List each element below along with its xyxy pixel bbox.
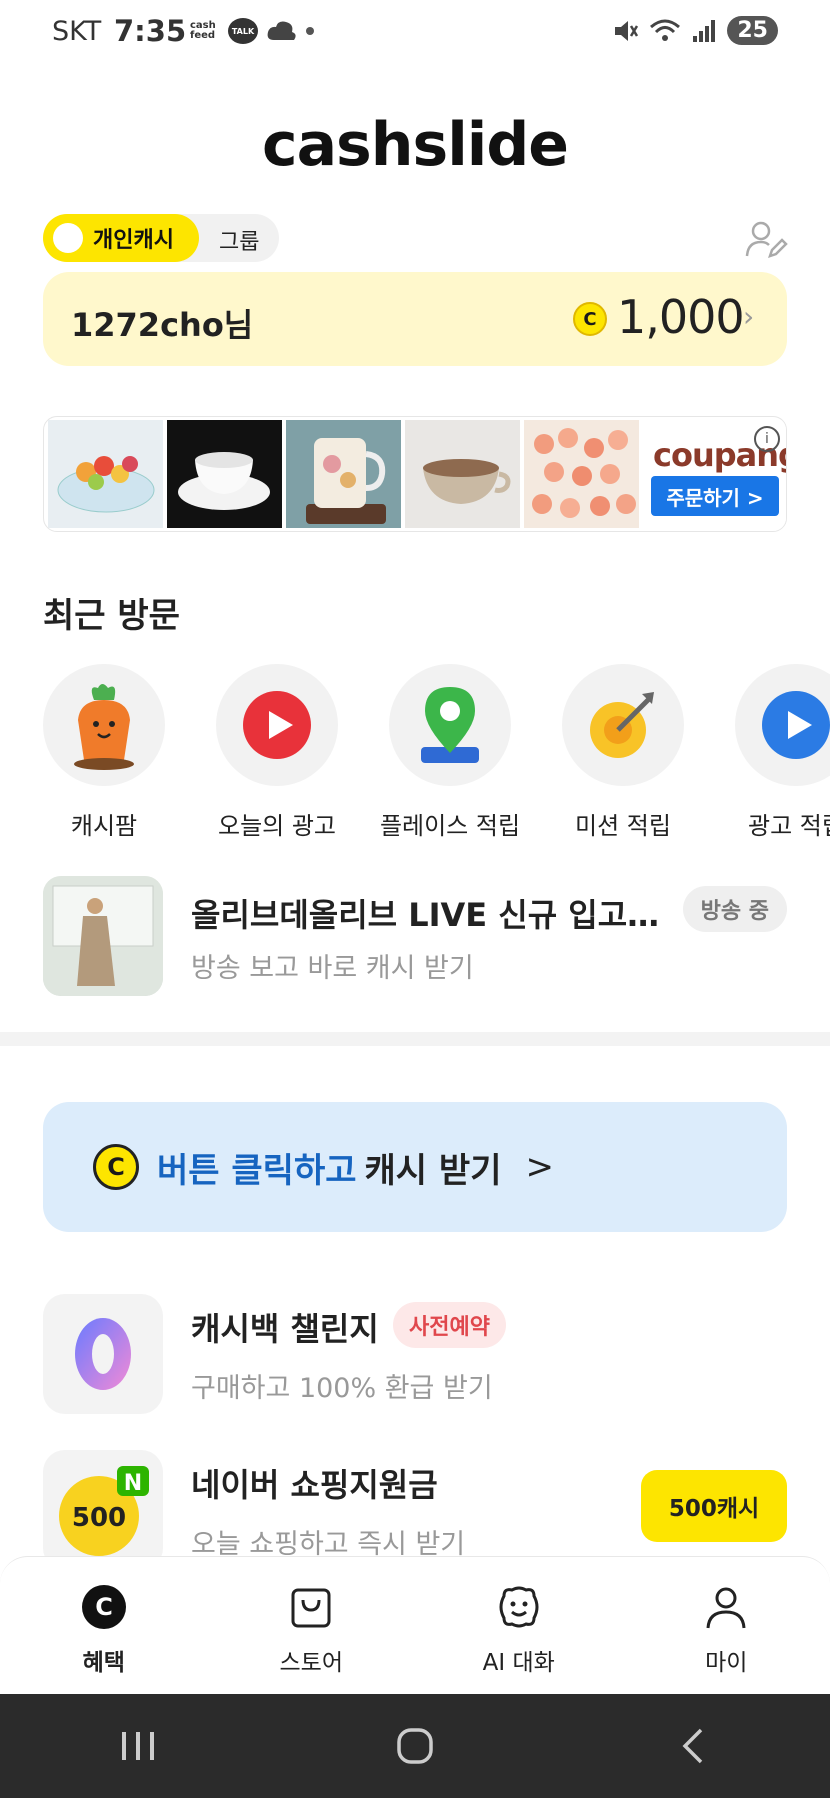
ad-product-white-cup[interactable] bbox=[167, 420, 282, 528]
recent-item-label: 광고 적립 bbox=[748, 812, 830, 840]
cash-balance-card[interactable]: 1272cho님 C 1,000 › bbox=[43, 272, 787, 366]
naver-500-graphic: 500 N bbox=[59, 1466, 149, 1556]
ad-info-icon[interactable]: i bbox=[754, 426, 780, 452]
coin-c-icon: C bbox=[80, 1583, 128, 1631]
recent-item-icon-wrap bbox=[735, 664, 830, 786]
notification-icons: cash feed TALK bbox=[190, 18, 314, 44]
nav-benefits[interactable]: C 혜택 bbox=[0, 1557, 208, 1694]
section-divider bbox=[0, 1032, 830, 1046]
recent-item-cashfarm[interactable]: 캐시팜 bbox=[29, 664, 179, 841]
map-pin-icon bbox=[421, 687, 479, 763]
smile-face-icon bbox=[495, 1583, 543, 1631]
nav-store[interactable]: 스토어 bbox=[208, 1557, 416, 1694]
cloud-icon bbox=[267, 21, 296, 40]
recent-item-icon-wrap bbox=[389, 664, 511, 786]
live-model-image bbox=[43, 876, 163, 996]
recent-item-icon-wrap bbox=[216, 664, 338, 786]
nav-ai-chat[interactable]: AI 대화 bbox=[415, 1557, 623, 1694]
live-subtitle: 방송 보고 바로 캐시 받기 bbox=[191, 953, 474, 984]
svg-text:N: N bbox=[124, 1471, 142, 1496]
recent-item-label: 캐시팜 bbox=[70, 812, 138, 840]
zero-glyph bbox=[75, 1318, 131, 1390]
nav-label: AI 대화 bbox=[482, 1650, 555, 1676]
chevron-right-icon: › bbox=[743, 300, 755, 333]
svg-text:500: 500 bbox=[72, 1503, 126, 1533]
toggle-personal[interactable]: 개인캐시 bbox=[43, 214, 199, 262]
clock: 7:35 bbox=[114, 14, 187, 48]
wifi-icon bbox=[650, 19, 681, 41]
carrier-label: SKT bbox=[52, 16, 102, 47]
cash-type-toggle[interactable]: 개인캐시 그룹 bbox=[43, 214, 279, 262]
system-status: 25 bbox=[611, 16, 778, 45]
live-thumbnail bbox=[43, 876, 163, 996]
person-icon bbox=[702, 1583, 750, 1631]
username: 1272cho님 bbox=[71, 306, 254, 344]
live-status-badge: 방송 중 bbox=[682, 886, 787, 932]
toggle-knob bbox=[53, 223, 83, 253]
cash-amount: 1,000 bbox=[617, 290, 745, 344]
coupang-order-button[interactable]: 주문하기 > bbox=[651, 476, 779, 516]
recent-item-label: 오늘의 광고 bbox=[217, 812, 337, 840]
profile-edit-icon[interactable] bbox=[744, 218, 788, 262]
mute-icon bbox=[615, 20, 639, 41]
svg-text:C: C bbox=[95, 1593, 113, 1621]
ad-product-ceramic-bowl[interactable] bbox=[405, 420, 520, 528]
coupang-cta-panel[interactable]: coupang 주문하기 > i bbox=[643, 420, 786, 528]
carrot-icon bbox=[74, 684, 134, 770]
target-icon bbox=[590, 692, 654, 758]
preorder-tag: 사전예약 bbox=[393, 1302, 506, 1348]
coin-icon: C bbox=[93, 1144, 139, 1190]
nav-label: 스토어 bbox=[279, 1650, 343, 1676]
app-logo: cashslide bbox=[262, 110, 569, 180]
chevron-right-icon: > bbox=[525, 1147, 555, 1187]
naver-500-icon: 500 N bbox=[43, 1450, 163, 1570]
ad-product-flower-mug[interactable] bbox=[286, 420, 401, 528]
live-title: 올리브데올리브 LIVE 신규 입고… bbox=[191, 896, 660, 934]
ad-product-fruit-tray[interactable] bbox=[48, 420, 163, 528]
back-icon[interactable] bbox=[662, 1716, 722, 1776]
system-navigation-bar bbox=[0, 1694, 830, 1798]
home-icon[interactable] bbox=[385, 1716, 445, 1776]
coin-icon: C bbox=[573, 302, 607, 336]
recent-item-label: 플레이스 적립 bbox=[379, 812, 521, 840]
banner-highlight-text: 버튼 클릭하고 bbox=[157, 1150, 357, 1191]
coupang-ad-banner[interactable]: coupang 주문하기 > i bbox=[43, 416, 787, 532]
toggle-group[interactable]: 그룹 bbox=[219, 224, 259, 256]
play-blue-icon bbox=[762, 691, 830, 759]
kakaotalk-icon: TALK bbox=[228, 18, 258, 44]
list-item-title: 캐시백 챌린지 bbox=[191, 1310, 379, 1348]
recent-item-mission-reward[interactable]: 미션 적립 bbox=[548, 664, 698, 841]
nav-my[interactable]: 마이 bbox=[623, 1557, 830, 1694]
recent-item-icon-wrap bbox=[562, 664, 684, 786]
shopping-bag-icon bbox=[287, 1583, 335, 1631]
recent-item-today-ad[interactable]: 오늘의 광고 bbox=[202, 664, 352, 841]
bottom-navigation: C 혜택 스토어 AI 대화 마이 bbox=[0, 1556, 830, 1694]
get-500-cash-button[interactable]: 500캐시 bbox=[641, 1470, 787, 1542]
toggle-personal-label: 개인캐시 bbox=[93, 228, 174, 253]
recent-item-label: 미션 적립 bbox=[575, 812, 671, 840]
cashfeed-icon: cash feed bbox=[190, 20, 216, 41]
list-item-naver-shopping[interactable]: 500 N 네이버 쇼핑지원금 오늘 쇼핑하고 즉시 받기 500캐시 bbox=[43, 1450, 787, 1570]
live-broadcast-row[interactable]: 올리브데올리브 LIVE 신규 입고… 방송 보고 바로 캐시 받기 방송 중 bbox=[43, 876, 787, 996]
recent-visits-title: 최근 방문 bbox=[43, 596, 180, 636]
list-item-cashback-challenge[interactable]: 캐시백 챌린지 사전예약 구매하고 100% 환급 받기 bbox=[43, 1294, 787, 1414]
status-bar: SKT 7:35 cash feed TALK 25 bbox=[0, 0, 830, 66]
zero-icon bbox=[43, 1294, 163, 1414]
recent-apps-icon[interactable] bbox=[108, 1716, 168, 1776]
list-item-subtitle: 구매하고 100% 환급 받기 bbox=[191, 1373, 493, 1404]
battery-indicator: 25 bbox=[727, 16, 778, 45]
click-for-cash-banner[interactable]: C 버튼 클릭하고 캐시 받기 > bbox=[43, 1102, 787, 1232]
nav-label: 마이 bbox=[705, 1650, 748, 1676]
more-notifications-dot bbox=[306, 27, 314, 35]
list-item-title: 네이버 쇼핑지원금 bbox=[191, 1466, 438, 1504]
play-red-icon bbox=[243, 691, 311, 759]
nav-label: 혜택 bbox=[82, 1650, 125, 1676]
recent-item-ad-reward[interactable]: 광고 적립 bbox=[721, 664, 830, 841]
ad-product-shrimp[interactable] bbox=[524, 420, 639, 528]
signal-icon bbox=[693, 19, 716, 42]
banner-text: 캐시 받기 bbox=[364, 1150, 502, 1191]
recent-item-place-reward[interactable]: 플레이스 적립 bbox=[375, 664, 525, 841]
recent-item-icon-wrap bbox=[43, 664, 165, 786]
